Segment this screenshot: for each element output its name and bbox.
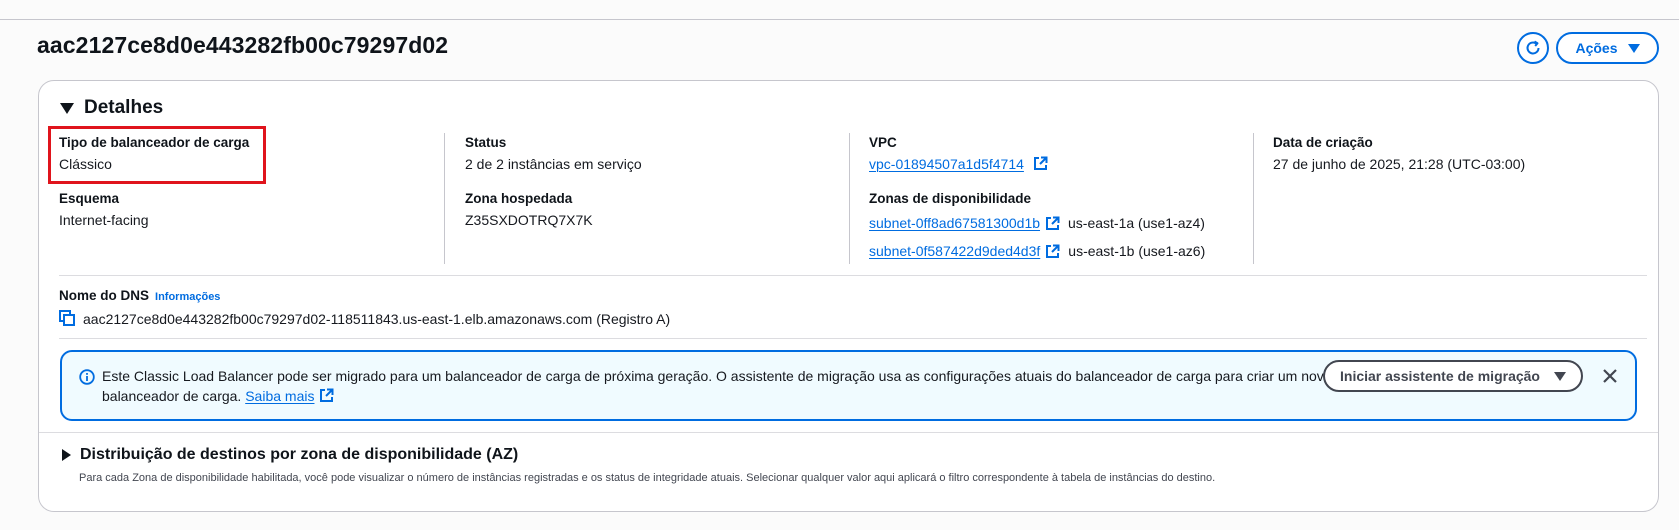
divider: [59, 275, 1647, 276]
external-link-icon[interactable]: [319, 388, 334, 403]
divider: [59, 338, 1647, 339]
start-migration-button[interactable]: Iniciar assistente de migração: [1323, 360, 1583, 392]
column-status: Status 2 de 2 instâncias em serviço Zona…: [465, 133, 642, 231]
info-icon: [79, 369, 95, 385]
highlight-box: [48, 126, 266, 184]
column-divider: [1253, 133, 1254, 264]
column-created: Data de criação 27 de junho de 2025, 21:…: [1273, 133, 1525, 175]
status-label: Status: [465, 135, 507, 150]
zone-row: subnet-0ff8ad67581300d1b us-east-1a (use…: [869, 209, 1205, 237]
caret-down-icon: [1627, 43, 1640, 53]
actions-button[interactable]: Ações: [1556, 32, 1659, 64]
external-link-icon[interactable]: [1045, 216, 1060, 231]
az-distribution-title: Distribuição de destinos por zona de dis…: [80, 446, 519, 463]
caret-down-icon: [1553, 371, 1566, 381]
az-distribution-description: Para cada Zona de disponibilidade habili…: [79, 472, 1216, 484]
caret-down-icon: [60, 102, 74, 114]
column-divider: [849, 133, 850, 264]
dns-info-link[interactable]: Informações: [155, 291, 220, 303]
refresh-button[interactable]: [1517, 32, 1549, 64]
divider: [39, 432, 1658, 433]
zone-az: us-east-1b (use1-az6): [1068, 243, 1206, 259]
az-label: Zonas de disponibilidade: [869, 191, 1032, 206]
close-icon[interactable]: [1602, 368, 1618, 384]
scheme-value: Internet-facing: [59, 212, 149, 228]
top-divider: [0, 19, 1679, 20]
details-section-title: Detalhes: [84, 97, 164, 118]
column-divider: [444, 133, 445, 264]
caret-right-icon: [62, 449, 71, 461]
external-link-icon[interactable]: [1033, 156, 1048, 171]
zone-az: us-east-1a (use1-az4): [1068, 215, 1205, 231]
subnet-link[interactable]: subnet-0ff8ad67581300d1b: [869, 215, 1040, 231]
migration-button-label: Iniciar assistente de migração: [1340, 368, 1540, 384]
hosted-zone-label: Zona hospedada: [465, 191, 573, 206]
copy-icon[interactable]: [59, 310, 76, 327]
status-value: 2 de 2 instâncias em serviço: [465, 156, 642, 172]
created-value: 27 de junho de 2025, 21:28 (UTC-03:00): [1273, 156, 1526, 172]
vpc-label: VPC: [869, 135, 897, 150]
actions-label: Ações: [1575, 40, 1618, 56]
hosted-zone-value: Z35SXDOTRQ7X7K: [465, 212, 593, 228]
created-label: Data de criação: [1273, 135, 1373, 150]
vpc-link[interactable]: vpc-01894507a1d5f4714: [869, 156, 1024, 172]
scheme-label: Esquema: [59, 191, 120, 206]
dns-value: aac2127ce8d0e443282fb00c79297d02-1185118…: [83, 311, 671, 327]
flash-message: Este Classic Load Balancer pode ser migr…: [102, 366, 1362, 406]
migration-flash: Este Classic Load Balancer pode ser migr…: [60, 350, 1637, 421]
details-section-toggle[interactable]: Detalhes: [60, 97, 163, 119]
refresh-icon: [1526, 40, 1540, 55]
vpc-row: vpc-01894507a1d5f4714: [869, 153, 1205, 175]
external-link-icon[interactable]: [1045, 244, 1060, 259]
dns-label: Nome do DNS: [59, 288, 150, 303]
learn-more-link[interactable]: Saiba mais: [245, 388, 314, 404]
az-distribution-toggle[interactable]: Distribuição de destinos por zona de dis…: [62, 446, 518, 464]
column-vpc: VPC vpc-01894507a1d5f4714 Zonas de dispo…: [869, 133, 1205, 265]
page-title: aac2127ce8d0e443282fb00c79297d02: [37, 32, 449, 58]
dns-section: Nome do DNS Informações aac2127ce8d0e4432…: [59, 286, 670, 330]
zone-row: subnet-0f587422d9ded4d3f us-east-1b (use…: [869, 237, 1205, 265]
subnet-link[interactable]: subnet-0f587422d9ded4d3f: [869, 243, 1040, 259]
